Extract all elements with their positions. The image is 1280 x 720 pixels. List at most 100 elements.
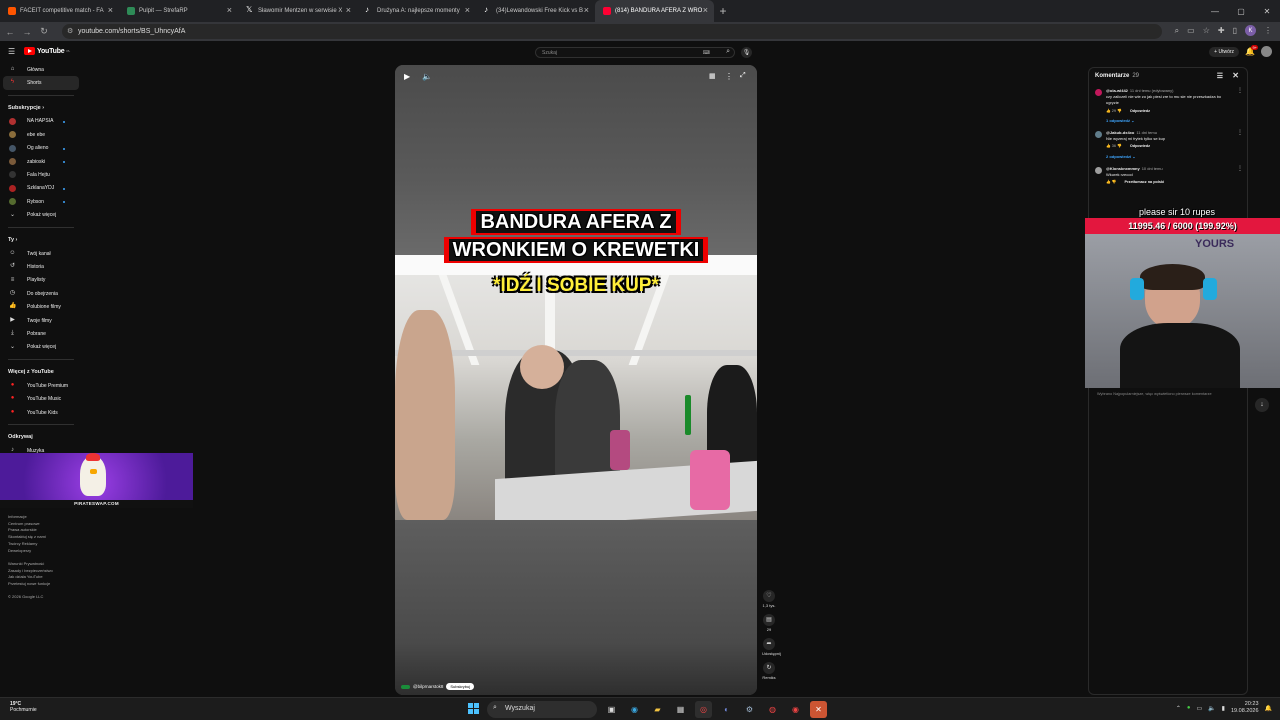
- comment-menu-icon[interactable]: ⋮: [1237, 166, 1243, 172]
- app-icon[interactable]: ◉: [787, 701, 804, 718]
- commenter-avatar[interactable]: [1095, 89, 1102, 96]
- show-replies-button[interactable]: 1 odpowiedź ⌄: [1106, 118, 1233, 124]
- footer-link[interactable]: Jak działa YouTube: [8, 574, 78, 581]
- footer-link[interactable]: Przetestuj nowe funkcje: [8, 581, 78, 588]
- thumb-down-icon[interactable]: 👎: [1117, 144, 1122, 148]
- comment-author[interactable]: @ola-wl442: [1106, 88, 1128, 93]
- browser-tab[interactable]: Pulpit — StrefaRP ×: [119, 0, 238, 22]
- scroll-down-icon[interactable]: ↓: [1255, 398, 1269, 412]
- back-icon[interactable]: ←: [3, 27, 17, 37]
- discord-icon[interactable]: ◐: [718, 701, 735, 718]
- sidebar-item-shorts[interactable]: ϟ Shorts: [3, 76, 79, 90]
- tray-app-icon[interactable]: ●: [1187, 705, 1191, 711]
- thumb-down-icon[interactable]: 👎: [1112, 180, 1117, 184]
- browser-tab[interactable]: 𝕏 Sławomir Mentzen w serwisie X ×: [238, 0, 357, 22]
- sidebar-item[interactable]: ≡ Playlisty: [3, 274, 79, 287]
- search-input[interactable]: Szukaj ⌨ ⌕: [535, 47, 735, 58]
- fullscreen-icon[interactable]: ⤢: [740, 72, 746, 80]
- sidebar-item[interactable]: SzklanaYDJ: [3, 182, 79, 195]
- footer-link[interactable]: Prawa autorskie: [8, 527, 78, 534]
- browser-tab[interactable]: ♪ (34)Lewandowski Free Kick vs B ×: [476, 0, 595, 22]
- app-icon[interactable]: ✕: [810, 701, 827, 718]
- footer-link[interactable]: Skontaktuj się z nami: [8, 534, 78, 541]
- sidebar-show-more[interactable]: ⌄ Pokaż więcej: [3, 341, 79, 354]
- side-panel-icon[interactable]: ▯: [1233, 26, 1237, 35]
- cast-icon[interactable]: ▭: [1187, 26, 1195, 35]
- tray-chevron-icon[interactable]: ⌃: [1176, 705, 1181, 712]
- more-options-icon[interactable]: ⋮: [725, 72, 733, 81]
- close-icon[interactable]: ×: [227, 5, 232, 15]
- show-replies-button[interactable]: 2 odpowiedzi ⌄: [1106, 154, 1233, 160]
- sidebar-item[interactable]: ◷ Do obejrzenia: [3, 287, 79, 300]
- sidebar-item[interactable]: 👍 Polubione filmy: [3, 300, 79, 313]
- account-avatar[interactable]: [1261, 46, 1272, 57]
- close-icon[interactable]: ✕: [1232, 71, 1239, 80]
- notification-icon[interactable]: 🔔: [1265, 705, 1272, 712]
- footer-link[interactable]: Centrum prasowe: [8, 521, 78, 528]
- app-icon[interactable]: ◍: [764, 701, 781, 718]
- thumb-up-icon[interactable]: 👍: [1106, 180, 1111, 184]
- footer-link[interactable]: Deweloperzy: [8, 548, 78, 555]
- zoom-icon[interactable]: ⌕: [1175, 26, 1179, 36]
- footer-link[interactable]: Warunki Prywatność: [8, 561, 78, 568]
- taskbar-search[interactable]: ⌕ Wyszukaj: [487, 701, 597, 718]
- battery-icon[interactable]: ▮: [1222, 705, 1225, 712]
- minimize-icon[interactable]: —: [1202, 0, 1228, 22]
- sidebar-item-home[interactable]: ⌂ Główna: [3, 63, 79, 76]
- you-header[interactable]: Ty ›: [0, 230, 82, 247]
- share-button[interactable]: ➦ Udostępnij: [762, 638, 781, 656]
- footer-link[interactable]: Twórcy Reklamy: [8, 541, 78, 548]
- channel-avatar[interactable]: [401, 684, 410, 689]
- close-icon[interactable]: ×: [703, 5, 708, 15]
- menu-dots-icon[interactable]: ⋮: [1264, 26, 1272, 35]
- hamburger-menu-icon[interactable]: ☰: [8, 47, 15, 56]
- close-icon[interactable]: ×: [465, 5, 470, 15]
- close-window-icon[interactable]: ✕: [1254, 0, 1280, 22]
- reply-button[interactable]: Odpowiedz: [1130, 109, 1150, 113]
- edge-icon[interactable]: ◉: [626, 701, 643, 718]
- steam-icon[interactable]: ⚙: [741, 701, 758, 718]
- network-icon[interactable]: ▭: [1197, 705, 1203, 712]
- notifications-bell-icon[interactable]: 🔔 9+: [1245, 45, 1258, 56]
- url-field[interactable]: ⚙ youtube.com/shorts/BS_UhncyAfA: [62, 24, 1162, 39]
- commenter-avatar[interactable]: [1095, 131, 1102, 139]
- sidebar-item[interactable]: Fala Hejtu: [3, 168, 79, 181]
- browser-tab[interactable]: ♪ Drużyna A: najlepsze momenty ×: [357, 0, 476, 22]
- windows-start-icon[interactable]: [468, 703, 480, 715]
- comment-menu-icon[interactable]: ⋮: [1237, 88, 1243, 94]
- search-icon[interactable]: ⌕: [726, 48, 730, 56]
- sidebar-item[interactable]: ↺ Historia: [3, 260, 79, 273]
- extensions-icon[interactable]: ✚: [1218, 26, 1225, 35]
- sidebar-show-more[interactable]: ⌄ Pokaż więcej: [3, 209, 79, 222]
- channel-name[interactable]: @bilprnarstok8: [413, 684, 443, 689]
- footer-link[interactable]: Zasady i bezpieczeństwo: [8, 568, 78, 575]
- footer-link[interactable]: [8, 554, 78, 561]
- like-button[interactable]: ♡ 1,3 tys.: [762, 590, 776, 608]
- site-info-icon[interactable]: ⚙: [67, 27, 73, 35]
- sidebar-item[interactable]: NA HAPSIA: [3, 115, 79, 128]
- comments-button[interactable]: ▤ 29: [762, 614, 776, 632]
- file-explorer-icon[interactable]: ▰: [649, 701, 666, 718]
- sidebar-item[interactable]: Og alieno: [3, 142, 79, 155]
- close-icon[interactable]: ×: [346, 5, 351, 15]
- sidebar-item[interactable]: ebe ebe: [3, 128, 79, 141]
- volume-icon[interactable]: 🔈: [422, 72, 432, 81]
- close-icon[interactable]: ×: [584, 5, 589, 15]
- voice-search-icon[interactable]: 🎙: [741, 47, 752, 58]
- reply-button[interactable]: Przetłumacz na polski: [1125, 180, 1165, 184]
- comment-author[interactable]: @Klonsknxmmny: [1106, 166, 1140, 171]
- close-icon[interactable]: ×: [108, 5, 113, 15]
- task-view-icon[interactable]: ▣: [603, 701, 620, 718]
- pirateswap-ad-banner[interactable]: PIRATESWAP.COM: [0, 453, 193, 508]
- footer-link[interactable]: [8, 588, 78, 595]
- browser-tab-active[interactable]: (814) BANDURA AFERA Z WRO ×: [595, 0, 714, 22]
- footer-link[interactable]: Informacje: [8, 514, 78, 521]
- subscribe-button[interactable]: Subskrybuj: [446, 683, 475, 690]
- thumb-up-icon[interactable]: 👍: [1106, 109, 1111, 113]
- sidebar-item[interactable]: ● YouTube Music: [3, 392, 79, 405]
- captions-icon[interactable]: ▦: [709, 72, 716, 80]
- subscriptions-header[interactable]: Subskrypcje ›: [0, 98, 82, 115]
- sidebar-item[interactable]: ▶ Twoje filmy: [3, 314, 79, 327]
- footer-link[interactable]: © 2026 Google LLC: [8, 594, 78, 601]
- profile-avatar[interactable]: K: [1245, 25, 1256, 36]
